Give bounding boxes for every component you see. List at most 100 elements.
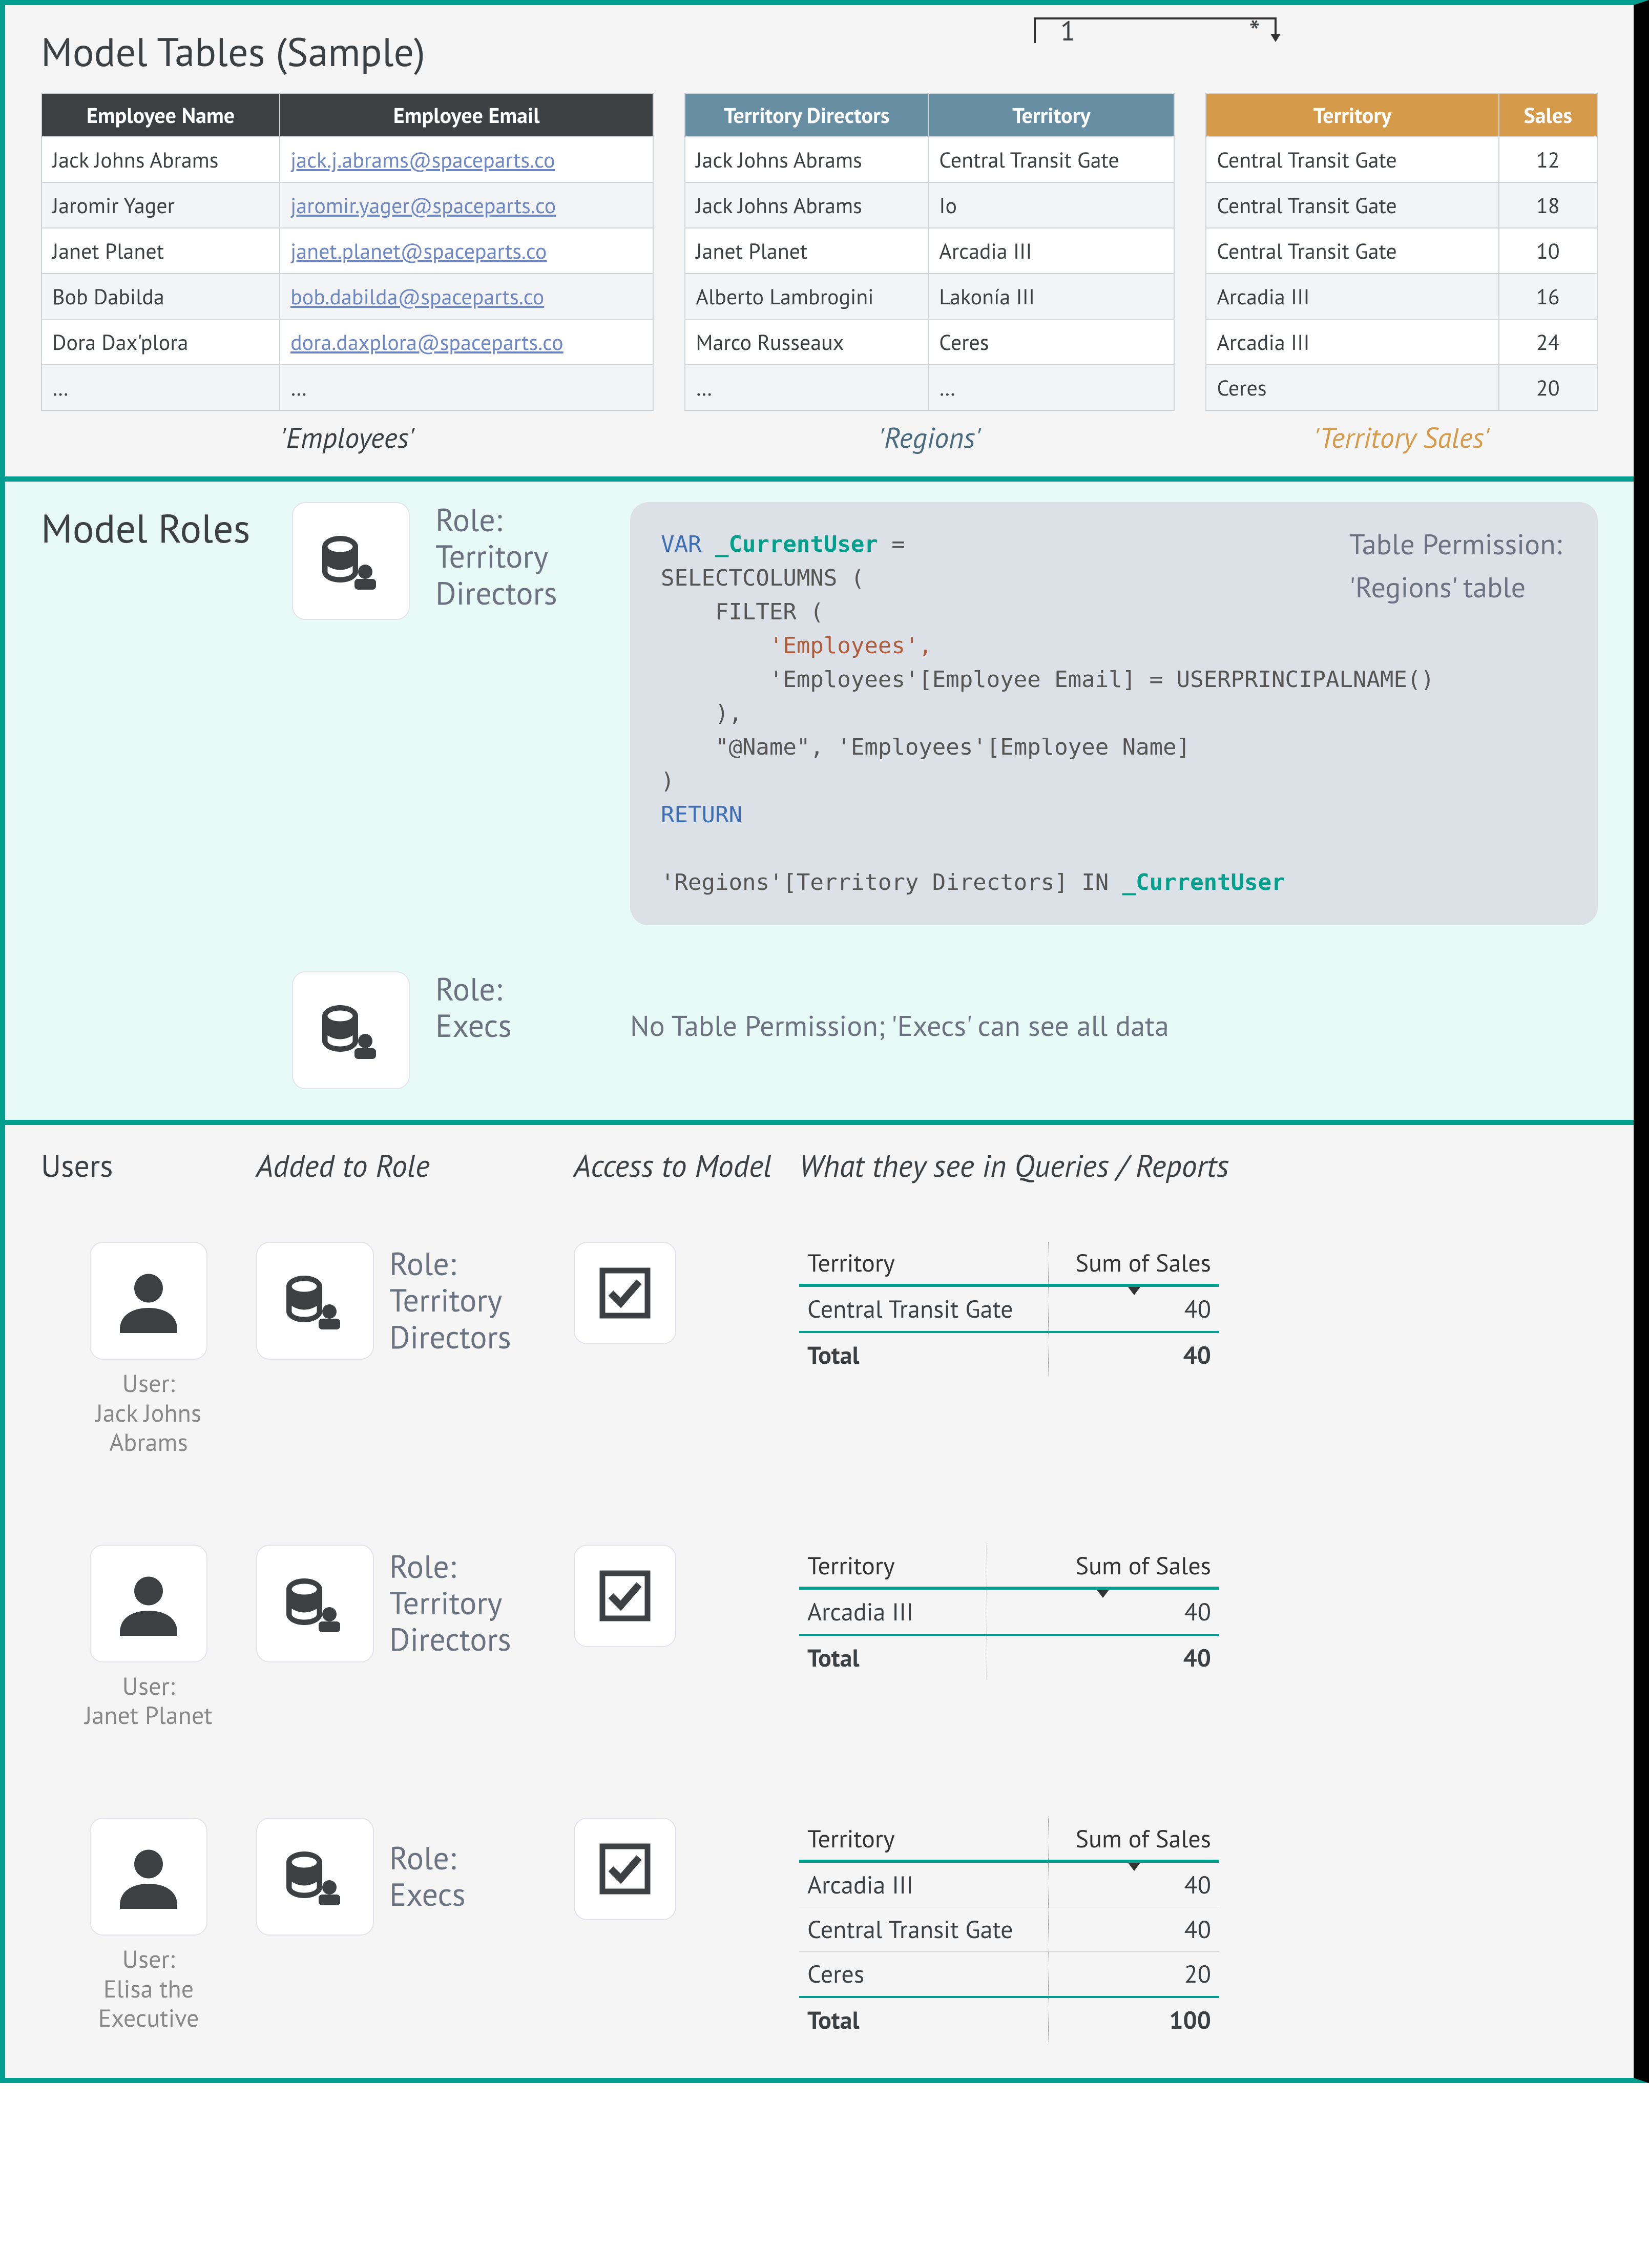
table-row: Jack Johns AbramsIo	[685, 182, 1174, 228]
table-cell: Central Transit Gate	[1206, 228, 1498, 274]
table-cell: Arcadia III	[928, 228, 1174, 274]
col-head-users: Users	[41, 1146, 256, 1185]
table-row: Ceres20	[1206, 365, 1597, 410]
table-cell: jaromir.yager@spaceparts.co	[280, 182, 653, 228]
table-row: ……	[685, 365, 1174, 410]
user-icon	[90, 1818, 207, 1936]
user-icon	[90, 1545, 207, 1662]
table-cell: janet.planet@spaceparts.co	[280, 228, 653, 274]
report-cell: Central Transit Gate	[799, 1285, 1049, 1332]
table-cell: bob.dabilda@spaceparts.co	[280, 274, 653, 319]
table-cell: Janet Planet	[685, 228, 928, 274]
role-row-execs: Role:Execs No Table Permission; 'Execs' …	[292, 971, 1598, 1089]
report-cell: 40	[1049, 1332, 1219, 1377]
employees-caption: 'Employees'	[41, 419, 654, 456]
table-row: Janet Planet janet.planet@spaceparts.co	[41, 228, 653, 274]
table-cell: Janet Planet	[41, 228, 280, 274]
table-row: Dora Dax'plora dora.daxplora@spaceparts.c…	[41, 319, 653, 365]
table-cell: Ceres	[928, 319, 1174, 365]
user-caption: User:Elisa theExecutive	[98, 1945, 199, 2033]
table-cell: Jaromir Yager	[41, 182, 280, 228]
table-cell: Lakonía III	[928, 274, 1174, 319]
col-head-access: Access to Model	[574, 1146, 799, 1185]
table-cell: 20	[1499, 365, 1597, 410]
checkmark-icon	[574, 1545, 676, 1647]
report-header: Territory	[799, 1818, 1049, 1861]
execs-permission-note: No Table Permission; 'Execs' can see all…	[630, 971, 1598, 1044]
table-header: Employee Name	[41, 93, 280, 137]
table-cell: …	[685, 365, 928, 410]
table-cell: 18	[1499, 182, 1597, 228]
checkmark-icon	[574, 1242, 676, 1344]
table-cell: …	[280, 365, 653, 410]
table-cell: Central Transit Gate	[1206, 137, 1498, 182]
email-link[interactable]: dora.daxplora@spaceparts.co	[290, 328, 563, 356]
table-cell: Ceres	[1206, 365, 1498, 410]
table-cell: 16	[1499, 274, 1597, 319]
users-panel: Users Added to Role Access to Model What…	[5, 1120, 1634, 2078]
email-link[interactable]: bob.dabilda@spaceparts.co	[290, 282, 544, 310]
report-cell: 40	[1049, 1907, 1219, 1951]
report-cell: Ceres	[799, 1951, 1049, 1997]
regions-table-wrap: Territory DirectorsTerritoryJack Johns A…	[684, 93, 1175, 456]
regions-caption: 'Regions'	[684, 419, 1175, 456]
role-icon	[256, 1818, 374, 1936]
table-cell: Arcadia III	[1206, 274, 1498, 319]
report-row: Ceres20	[799, 1951, 1219, 1997]
report-cell: Central Transit Gate	[799, 1907, 1049, 1951]
table-row: Marco RusseauxCeres	[685, 319, 1174, 365]
table-header: Territory	[1206, 93, 1498, 137]
table-row: Bob Dabildabob.dabilda@spaceparts.co	[41, 274, 653, 319]
table-row: Arcadia III24	[1206, 319, 1597, 365]
table-cell: 12	[1499, 137, 1597, 182]
table-cell: Io	[928, 182, 1174, 228]
table-cell: dora.daxplora@spaceparts.co	[280, 319, 653, 365]
report-total-row: Total40	[799, 1635, 1219, 1680]
report-cell: 20	[1049, 1951, 1219, 1997]
sales-caption: 'Territory Sales'	[1205, 419, 1598, 456]
cardinality-many: *	[1249, 11, 1260, 52]
regions-table: Territory DirectorsTerritoryJack Johns A…	[684, 93, 1175, 411]
table-row: Jack Johns Abramsjack.j.abrams@spacepart…	[41, 137, 653, 182]
col-head-added: Added to Role	[256, 1146, 574, 1185]
report-cell: Total	[799, 1997, 1049, 2042]
table-row: Jack Johns AbramsCentral Transit Gate	[685, 137, 1174, 182]
email-link[interactable]: jaromir.yager@spaceparts.co	[290, 191, 556, 219]
table-cell: Dora Dax'plora	[41, 319, 280, 365]
table-cell: Jack Johns Abrams	[685, 182, 928, 228]
report-total-row: Total40	[799, 1332, 1219, 1377]
user-row: User:Elisa theExecutive Role:Execs Terri…	[41, 1818, 1598, 2042]
email-link[interactable]: janet.planet@spaceparts.co	[290, 237, 547, 265]
table-row: Central Transit Gate10	[1206, 228, 1597, 274]
table-cell: …	[41, 365, 280, 410]
table-row: ……	[41, 365, 653, 410]
table-row: Janet PlanetArcadia III	[685, 228, 1174, 274]
report-header: Territory	[799, 1545, 987, 1588]
assigned-role-label: Role:TerritoryDirectors	[389, 1549, 558, 1658]
table-header: Territory Directors	[685, 93, 928, 137]
table-header: Employee Email	[280, 93, 653, 137]
email-link[interactable]: jack.j.abrams@spaceparts.co	[290, 145, 555, 174]
sales-table: TerritorySalesCentral Transit Gate12Cent…	[1205, 93, 1598, 411]
checkmark-icon	[574, 1818, 676, 1920]
user-caption: User:Jack JohnsAbrams	[96, 1369, 201, 1458]
employees-table: Employee NameEmployee EmailJack Johns Ab…	[41, 93, 654, 411]
user-caption: User:Janet Planet	[85, 1672, 212, 1731]
role-icon	[256, 1242, 374, 1360]
report-cell: 40	[987, 1635, 1219, 1680]
table-row: Arcadia III16	[1206, 274, 1597, 319]
table-cell: jack.j.abrams@spaceparts.co	[280, 137, 653, 182]
table-row: Central Transit Gate18	[1206, 182, 1597, 228]
user-row: User:Jack JohnsAbrams Role:TerritoryDire…	[41, 1242, 1598, 1458]
users-header-row: Users Added to Role Access to Model What…	[41, 1146, 1598, 1185]
model-roles-panel: Model Roles Role:TerritoryDirectors Tabl…	[5, 476, 1634, 1120]
user-icon	[90, 1242, 207, 1360]
report-visual: TerritorySum of SalesCentral Transit Gat…	[799, 1242, 1219, 1377]
role-label-execs: Role:Execs	[435, 971, 604, 1045]
permission-title: Table Permission:'Regions' table	[1349, 523, 1562, 609]
sales-table-wrap: TerritorySalesCentral Transit Gate12Cent…	[1205, 93, 1598, 456]
report-cell: Total	[799, 1635, 987, 1680]
report-header: Sum of Sales	[1049, 1242, 1219, 1285]
table-cell: …	[928, 365, 1174, 410]
role-icon	[292, 971, 410, 1089]
